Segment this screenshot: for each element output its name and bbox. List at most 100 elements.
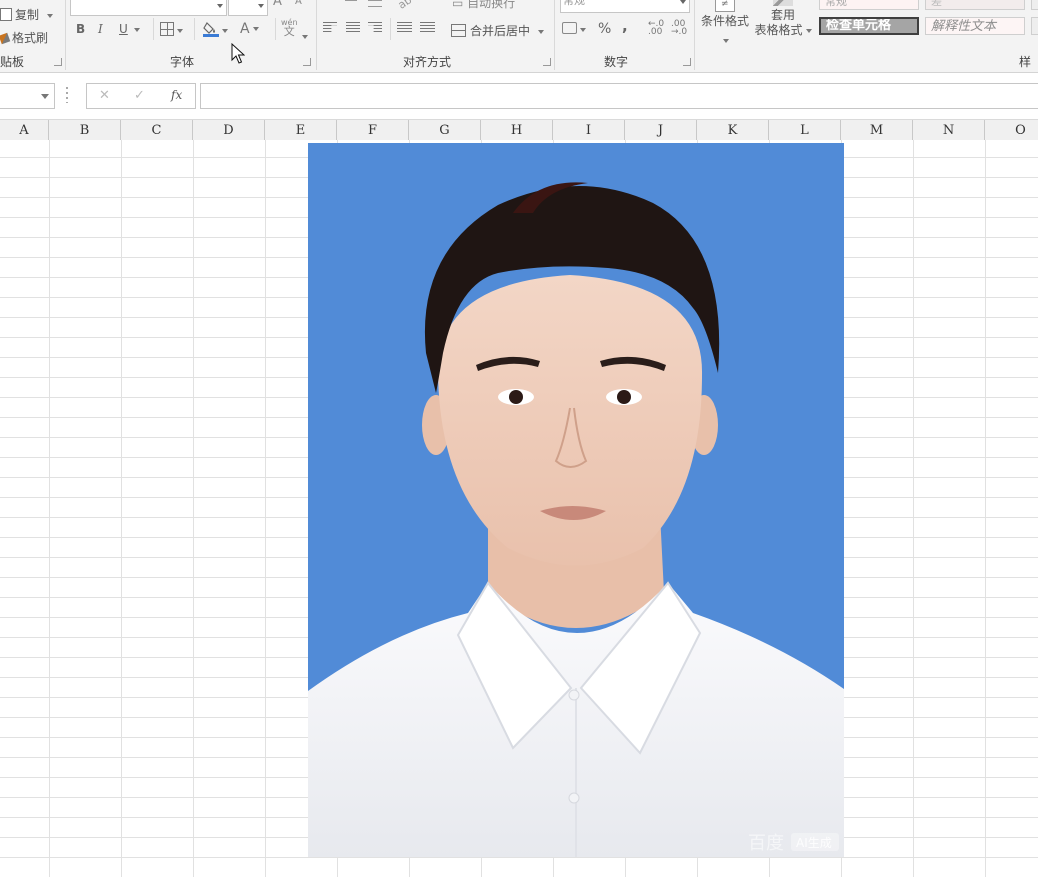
enter-formula-button[interactable]: ✓ xyxy=(134,88,145,103)
align-left-button[interactable] xyxy=(323,22,337,36)
align-right-button[interactable] xyxy=(368,22,382,36)
name-box[interactable] xyxy=(0,83,55,109)
font-size-combo[interactable] xyxy=(228,0,268,16)
column-header[interactable]: D xyxy=(193,120,265,140)
styles-group-label: 样式 xyxy=(1019,55,1032,69)
style-check-cell[interactable]: 检查单元格 xyxy=(819,17,919,35)
copy-icon xyxy=(0,8,12,21)
align-center-button[interactable] xyxy=(346,22,360,36)
wrap-text-button[interactable]: ▭ 自动换行 xyxy=(452,0,515,11)
number-group-label: 数字 xyxy=(604,55,629,69)
column-header[interactable]: A xyxy=(0,120,49,140)
ribbon-divider xyxy=(316,0,317,70)
merge-center-button[interactable]: 合并后居中 xyxy=(451,22,545,39)
id-photo[interactable]: 百度 AI生成 xyxy=(308,143,844,857)
column-header-row: ABCDEFGHIJKLMNO xyxy=(0,119,1038,141)
conditional-format-dropdown-icon[interactable] xyxy=(723,33,729,47)
column-header[interactable]: H xyxy=(481,120,553,140)
column-header[interactable]: G xyxy=(409,120,481,140)
increase-indent-icon xyxy=(420,22,435,33)
style-normal-cell[interactable]: 常规 xyxy=(819,0,919,10)
font-color-icon: A xyxy=(240,21,250,37)
increase-indent-button[interactable] xyxy=(420,22,435,36)
ribbon-divider xyxy=(65,0,66,70)
bold-button[interactable]: B xyxy=(76,22,85,36)
italic-button[interactable]: I xyxy=(98,22,103,36)
fill-color-button[interactable] xyxy=(203,20,228,38)
column-header[interactable]: L xyxy=(769,120,841,140)
merge-cells-icon xyxy=(451,24,466,37)
ribbon-divider xyxy=(153,18,154,40)
column-header[interactable]: C xyxy=(121,120,193,140)
column-header[interactable]: M xyxy=(841,120,913,140)
phonetic-guide-button[interactable]: wén 文 xyxy=(281,18,298,37)
decrease-decimal-button[interactable]: .00 →.0 xyxy=(671,20,687,37)
column-header[interactable]: F xyxy=(337,120,409,140)
ribbon-divider xyxy=(554,0,555,70)
clipboard-launcher-icon[interactable] xyxy=(54,58,62,66)
ribbon-divider xyxy=(194,18,195,40)
currency-icon xyxy=(562,22,577,34)
column-header[interactable]: J xyxy=(625,120,697,140)
column-header[interactable]: I xyxy=(553,120,625,140)
formula-input[interactable] xyxy=(200,83,1038,109)
format-as-table-button[interactable]: 套用 表格格式 xyxy=(754,0,812,38)
brush-icon xyxy=(0,32,11,45)
column-header[interactable]: O xyxy=(985,120,1038,140)
column-header[interactable]: B xyxy=(49,120,121,140)
column-header[interactable]: E xyxy=(265,120,337,140)
style-partial-cell[interactable] xyxy=(1031,17,1038,35)
style-partial-cell[interactable] xyxy=(1031,0,1038,10)
accounting-format-button[interactable] xyxy=(562,22,586,36)
phonetic-dropdown-icon[interactable] xyxy=(302,29,308,43)
format-painter-button[interactable]: 格式刷 xyxy=(0,29,48,46)
ribbon: 复制 格式刷 贴板 A A B I U A wén 文 字体 ab ▭ 自动换行 xyxy=(0,0,1038,73)
copy-button[interactable]: 复制 xyxy=(0,6,54,23)
portrait-illustration: 百度 AI生成 xyxy=(308,143,844,857)
ribbon-divider xyxy=(694,0,695,70)
border-icon xyxy=(160,22,174,36)
conditional-format-button[interactable]: ≠ 条件格式 xyxy=(700,0,750,29)
svg-text:AI生成: AI生成 xyxy=(796,836,832,850)
font-group-label: 字体 xyxy=(170,55,195,69)
clipboard-group-label: 贴板 xyxy=(0,55,25,69)
comma-button[interactable]: , xyxy=(622,17,628,35)
style-bad-cell[interactable]: 差 xyxy=(925,0,1025,10)
column-header[interactable]: N xyxy=(913,120,985,140)
align-right-icon xyxy=(368,22,382,33)
cancel-formula-button[interactable]: ✕ xyxy=(99,88,110,103)
formula-buttons: ✕ ✓ fx xyxy=(86,83,196,109)
orientation-icon[interactable]: ab xyxy=(396,0,415,12)
insert-function-button[interactable]: fx xyxy=(171,88,182,102)
font-color-button[interactable]: A xyxy=(240,21,259,37)
ribbon-divider xyxy=(390,18,391,40)
align-middle-icon[interactable] xyxy=(368,0,382,7)
number-launcher-icon[interactable] xyxy=(683,58,691,66)
font-launcher-icon[interactable] xyxy=(303,58,311,66)
resize-handle[interactable] xyxy=(66,87,68,103)
border-button[interactable] xyxy=(160,22,183,37)
paint-bucket-icon xyxy=(203,22,219,37)
table-style-icon xyxy=(773,0,793,6)
decrease-indent-button[interactable] xyxy=(397,22,412,36)
mouse-cursor-icon xyxy=(231,43,245,64)
svg-text:百度: 百度 xyxy=(748,833,784,854)
increase-font-icon[interactable]: A xyxy=(273,0,282,9)
align-left-icon xyxy=(323,22,337,33)
ribbon-divider xyxy=(275,18,276,40)
number-format-value: 常规 xyxy=(563,0,585,7)
align-center-icon xyxy=(346,22,360,33)
style-explanatory-text[interactable]: 解释性文本 xyxy=(925,17,1025,35)
decrease-indent-icon xyxy=(397,22,412,33)
decrease-font-icon[interactable]: A xyxy=(295,0,302,7)
number-format-combo[interactable]: 常规 xyxy=(560,0,690,13)
underline-button[interactable]: U xyxy=(119,22,140,36)
conditional-format-icon: ≠ xyxy=(715,0,735,12)
column-header[interactable]: K xyxy=(697,120,769,140)
percent-button[interactable]: % xyxy=(598,21,611,37)
align-top-icon[interactable] xyxy=(345,0,357,1)
font-name-combo[interactable] xyxy=(70,0,227,16)
alignment-group-label: 对齐方式 xyxy=(403,55,452,69)
increase-decimal-button[interactable]: ←.0.00 xyxy=(648,20,664,37)
alignment-launcher-icon[interactable] xyxy=(543,58,551,66)
